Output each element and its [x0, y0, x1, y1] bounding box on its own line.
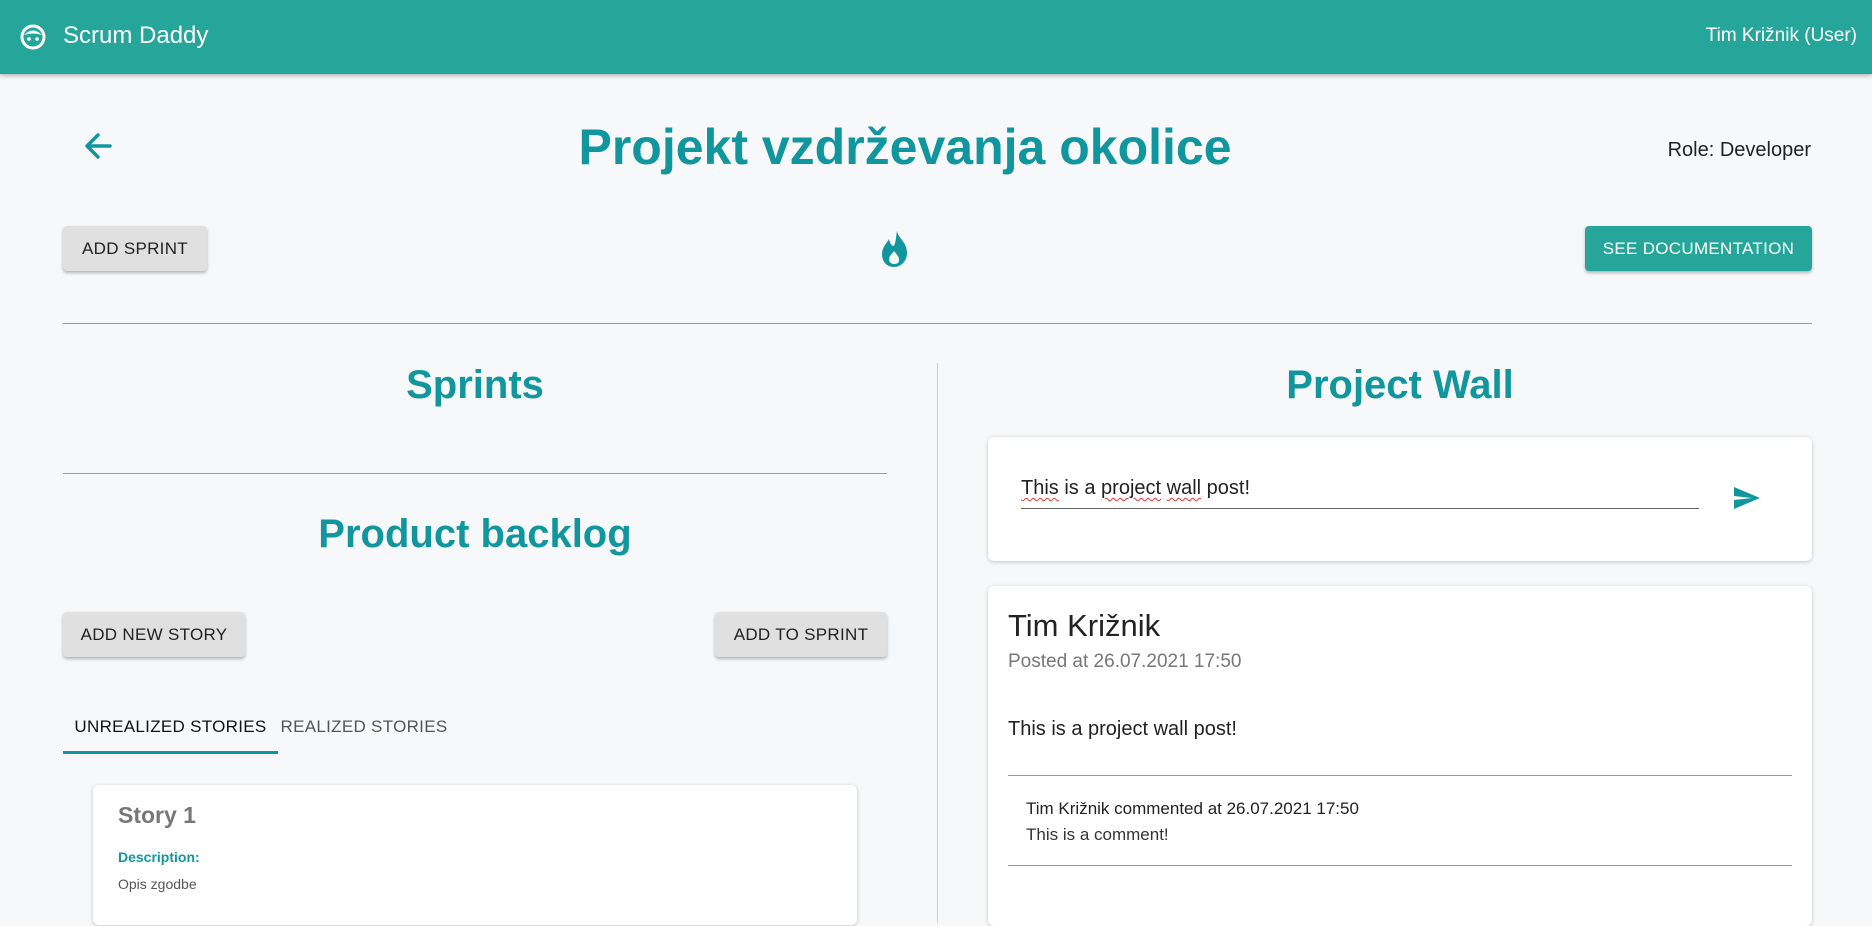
story-tabs: Unrealized stories Realized stories	[63, 700, 893, 756]
story-title: Story 1	[118, 802, 196, 828]
post-author: Tim Križnik	[1008, 608, 1161, 643]
input-word: wall	[1166, 477, 1202, 499]
comment-text: This is a comment!	[1026, 825, 1169, 844]
sprints-divider	[63, 473, 887, 474]
app-brand[interactable]: Scrum Daddy	[63, 22, 208, 50]
see-documentation-button[interactable]: See documentation	[1585, 226, 1812, 271]
story-card[interactable]: Story 1 Description: Opis zgodbe	[93, 785, 857, 925]
project-wall-title: Project Wall	[1286, 363, 1514, 407]
input-word: project	[1101, 477, 1162, 499]
page-title: Projekt vzdrževanja okolice	[578, 119, 1232, 175]
user-role: Role: Developer	[1667, 139, 1811, 161]
add-to-sprint-button[interactable]: Add to sprint	[715, 612, 887, 657]
active-tab-indicator	[63, 751, 278, 754]
comment-divider-bottom	[1008, 865, 1792, 866]
comment-meta: Tim Križnik commented at 26.07.2021 17:5…	[1026, 799, 1359, 818]
column-divider	[937, 363, 938, 923]
story-description-label: Description:	[118, 849, 200, 865]
add-new-story-button[interactable]: Add new story	[63, 612, 245, 657]
app-bar: Scrum Daddy Tim Križnik (User)	[0, 0, 1872, 74]
wall-post: Tim Križnik Posted at 26.07.2021 17:50 T…	[988, 586, 1812, 926]
tab-unrealized-stories[interactable]: Unrealized stories	[63, 700, 278, 753]
add-sprint-button[interactable]: Add sprint	[63, 226, 207, 271]
comment-divider-top	[1008, 775, 1792, 776]
sprints-title: Sprints	[406, 363, 544, 407]
wall-post-composer: This is a project wall post!	[988, 437, 1812, 561]
header-divider	[63, 323, 1812, 324]
send-icon[interactable]	[1732, 483, 1762, 513]
flame-icon[interactable]	[877, 229, 913, 269]
face-icon[interactable]	[19, 23, 47, 51]
post-body: This is a project wall post!	[1008, 718, 1237, 740]
wall-post-input[interactable]: This is a project wall post!	[1021, 473, 1699, 509]
input-word: is a	[1058, 477, 1102, 499]
story-description: Opis zgodbe	[118, 876, 197, 892]
backlog-title: Product backlog	[318, 512, 632, 556]
tab-realized-stories[interactable]: Realized stories	[278, 700, 450, 753]
current-user[interactable]: Tim Križnik (User)	[1706, 25, 1857, 47]
input-word: This	[1021, 477, 1059, 499]
post-timestamp: Posted at 26.07.2021 17:50	[1008, 651, 1242, 672]
input-word: post!	[1201, 477, 1251, 499]
